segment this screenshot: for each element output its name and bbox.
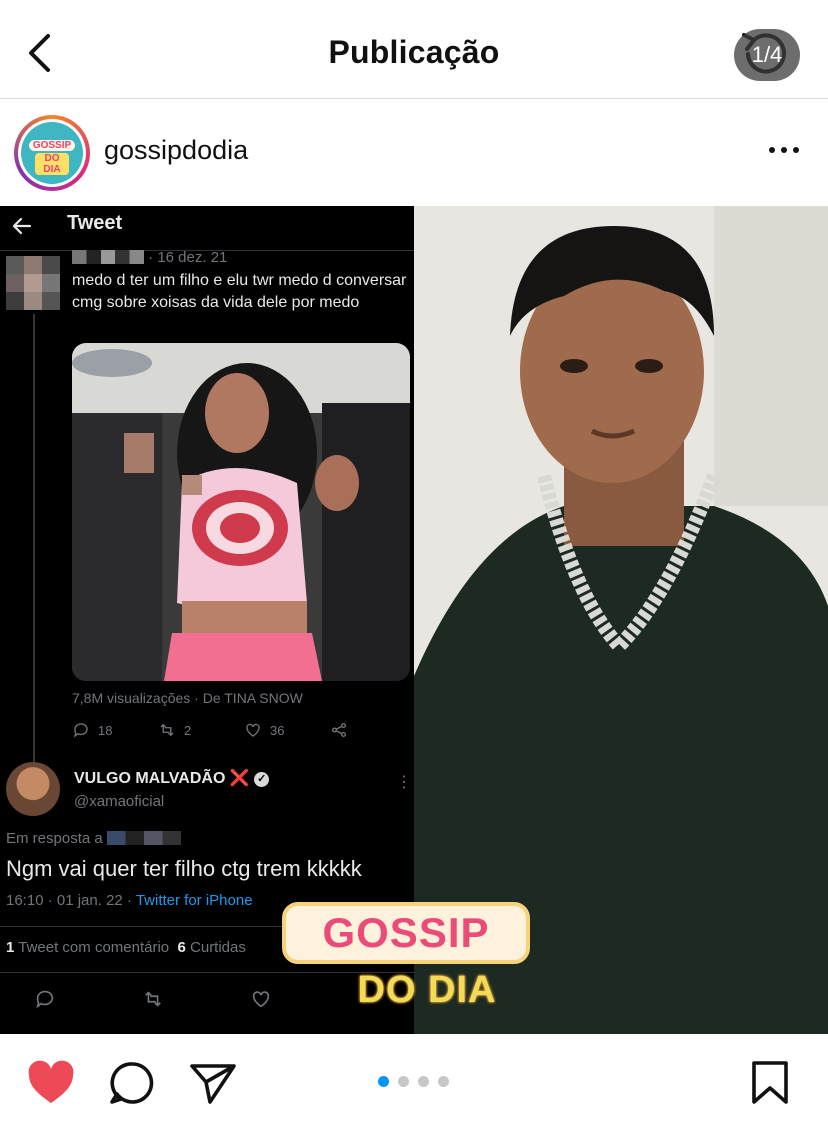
tweet-counts: 1 Tweet com comentário 6 Curtidas [6, 939, 246, 956]
reply-actions: 18 2 36 [72, 718, 372, 742]
heart-outline-icon [252, 991, 270, 1008]
carousel-dot [378, 1076, 389, 1087]
more-vertical-icon: ⋮ [396, 774, 412, 791]
retweet-action[interactable]: 2 [158, 718, 191, 742]
reply-count: 18 [98, 722, 113, 738]
avatar-logo-line1: GOSSIP [29, 140, 75, 151]
retweet-total: 6 [177, 939, 186, 956]
carousel-dot [398, 1076, 409, 1087]
watermark-line1: GOSSIP [322, 909, 490, 956]
top-bar: Publicação [0, 0, 828, 99]
author-name-emoji: ❌ [229, 770, 250, 787]
comment-icon [73, 723, 88, 738]
retweet-total-label: Curtidas [190, 939, 246, 956]
comment-icon [36, 990, 54, 1009]
like-action[interactable]: 36 [244, 718, 284, 742]
avatar-logo: GOSSIP DO DIA [27, 140, 77, 175]
share-button[interactable] [188, 1060, 238, 1106]
quote-count: 1 [6, 939, 15, 956]
paper-plane-icon [190, 1064, 236, 1104]
carousel-dot [418, 1076, 429, 1087]
retweet-icon [160, 723, 174, 737]
page-title: Publicação [328, 34, 500, 70]
avatar-logo-line2: DO DIA [35, 153, 69, 175]
retweet-count: 2 [184, 722, 192, 738]
tweet-header-title: Tweet [67, 212, 123, 234]
post-media[interactable]: Tweet · 16 dez. 21 medo d ter um filho e… [0, 206, 828, 1034]
tweet-timestamp: 16:10 · 01 jan. 22 · [6, 892, 132, 909]
tweet-source: Twitter for iPhone [135, 892, 253, 909]
share-icon [331, 722, 347, 738]
author-avatar [6, 762, 60, 816]
save-button[interactable] [746, 1060, 796, 1106]
thread-line [33, 314, 35, 762]
share-action[interactable] [330, 718, 348, 742]
arrow-left-icon [12, 217, 32, 235]
reply-action[interactable]: 18 [72, 718, 112, 742]
comment-button[interactable] [108, 1060, 158, 1106]
comment-bubble-icon [110, 1062, 154, 1104]
profile-avatar[interactable]: GOSSIP DO DIA [14, 115, 90, 191]
verified-icon: ✓ [254, 772, 270, 787]
reply-tweet-text: medo d ter um filho e elu twr medo d con… [72, 272, 407, 311]
heart-filled-icon [28, 1060, 74, 1103]
watermark-line2: DO DIA [357, 969, 497, 1011]
more-horizontal-icon [769, 147, 799, 153]
author-name: VULGO MALVADÃO ❌ ✓ [74, 768, 270, 788]
gossip-watermark: GOSSIP DO DIA [282, 902, 534, 1020]
author-handle: @xamaoficial [74, 793, 165, 810]
like-button[interactable] [26, 1060, 76, 1106]
quote-label: Tweet com comentário [18, 939, 170, 956]
post-actions-bar [0, 1034, 828, 1125]
retweet-icon [145, 991, 161, 1007]
post-username[interactable]: gossipdodia [104, 135, 248, 166]
reply-to-label: Em resposta a [6, 830, 103, 847]
video-stats: 7,8M visualizações · De TINA SNOW [72, 690, 303, 706]
carousel-counter: 1/4 [734, 29, 800, 81]
video-frame [72, 343, 410, 681]
blurred-name [72, 250, 144, 264]
tweet-header: Tweet [0, 206, 414, 246]
reply-meta: · 16 dez. 21 [72, 249, 227, 266]
carousel-dot [438, 1076, 449, 1087]
author-name-text: VULGO MALVADÃO [74, 770, 226, 787]
blurred-avatar [6, 256, 60, 310]
like-count: 36 [270, 722, 285, 738]
blurred-mention [106, 831, 181, 845]
more-options-button[interactable] [764, 135, 804, 165]
tweet-video [72, 343, 410, 681]
main-tweet-text: Ngm vai quer ter filho ctg trem kkkkk [6, 856, 362, 881]
reply-date: · 16 dez. 21 [148, 249, 228, 266]
main-tweet-time: 16:10 · 01 jan. 22 · Twitter for iPhone [6, 892, 253, 909]
post-header: GOSSIP DO DIA gossipdodia [0, 99, 828, 205]
bookmark-icon [752, 1061, 788, 1104]
heart-outline-icon [246, 723, 260, 737]
reply-to: Em resposta a [6, 830, 181, 847]
